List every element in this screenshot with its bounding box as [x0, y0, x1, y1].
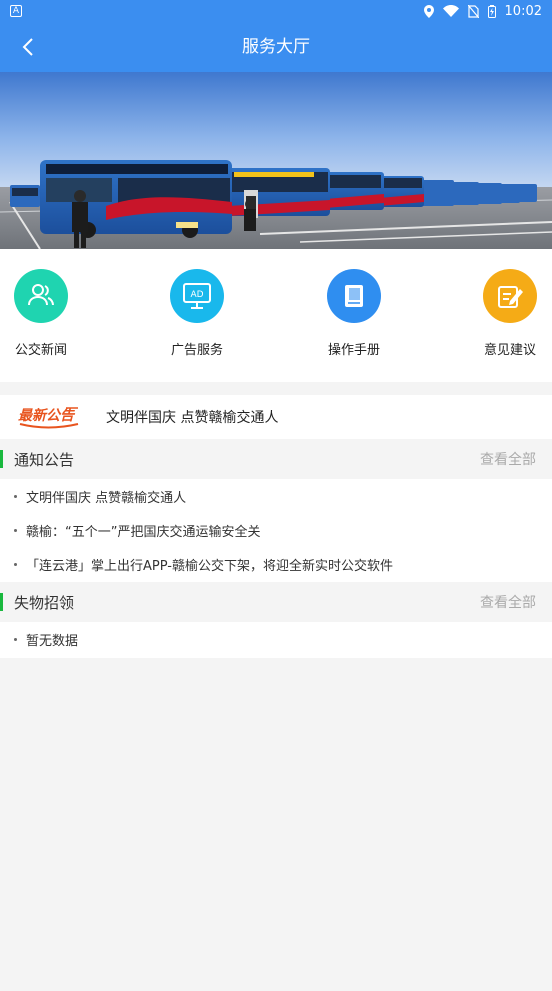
edit-note-icon	[483, 269, 537, 323]
notices-list: 文明伴国庆 点赞赣榆交通人 赣榆：“五个一”严把国庆交通运输安全关 「连云港」掌…	[0, 479, 552, 582]
menu-label: 广告服务	[170, 343, 223, 358]
latest-announcement[interactable]: 最新公告 文明伴国庆 点赞赣榆交通人	[0, 395, 552, 439]
notice-title: 「连云港」掌上出行APP-赣榆公交下架，将迎全新实时公交软件	[26, 558, 393, 574]
bullet-icon	[14, 637, 17, 641]
quick-menu: 公交新闻 AD 广告服务 操作手册 意见建议	[0, 249, 552, 382]
no-sim-icon	[467, 4, 479, 18]
menu-label: 意见建议	[483, 343, 536, 358]
menu-bus-news[interactable]: 公交新闻	[0, 269, 86, 358]
notification-icon: A	[10, 5, 22, 17]
banner-image[interactable]	[0, 72, 552, 249]
menu-feedback[interactable]: 意见建议	[465, 269, 552, 358]
wifi-icon	[442, 5, 459, 17]
notices-view-all[interactable]: 查看全部	[480, 449, 536, 469]
menu-ad-service[interactable]: AD 广告服务	[152, 269, 242, 358]
section-accent-bar	[0, 593, 3, 611]
list-item[interactable]: 「连云港」掌上出行APP-赣榆公交下架，将迎全新实时公交软件	[0, 547, 552, 581]
bus-fleet-photo	[0, 72, 552, 249]
status-bar: A 10:02	[0, 0, 552, 22]
menu-label: 公交新闻	[14, 343, 67, 358]
page-title: 服务大厅	[242, 37, 310, 57]
users-icon	[14, 269, 68, 323]
bullet-icon	[14, 494, 17, 498]
notices-title: 通知公告	[14, 450, 75, 469]
list-item[interactable]: 文明伴国庆 点赞赣榆交通人	[0, 479, 552, 513]
latest-title: 文明伴国庆 点赞赣榆交通人	[106, 410, 279, 426]
list-item[interactable]: 赣榆：“五个一”严把国庆交通运输安全关	[0, 513, 552, 547]
middle-bus	[228, 168, 330, 218]
notice-title: 赣榆：“五个一”严把国庆交通运输安全关	[26, 524, 261, 540]
location-icon	[423, 4, 434, 18]
lost-found-list: 暂无数据	[0, 622, 552, 658]
section-accent-bar	[0, 450, 3, 468]
menu-label: 操作手册	[327, 343, 380, 358]
lost-found-title: 失物招领	[14, 593, 75, 612]
bullet-icon	[14, 528, 17, 532]
latest-badge-text: 最新公告	[18, 408, 74, 424]
nav-bar: 服务大厅	[0, 22, 552, 72]
menu-manual[interactable]: 操作手册	[309, 269, 399, 358]
latest-badge: 最新公告	[16, 404, 80, 430]
lost-found-header: 失物招领 查看全部	[0, 582, 552, 622]
battery-icon	[487, 4, 496, 18]
book-icon	[327, 269, 381, 323]
ad-screen-icon: AD	[170, 269, 224, 323]
front-bus	[40, 160, 232, 238]
list-item: 暂无数据	[0, 622, 552, 656]
notices-header: 通知公告 查看全部	[0, 439, 552, 479]
svg-text:AD: AD	[190, 290, 203, 300]
lost-found-view-all[interactable]: 查看全部	[480, 592, 536, 612]
clock: 10:02	[504, 3, 542, 19]
notice-title: 文明伴国庆 点赞赣榆交通人	[26, 490, 187, 506]
status-icons: 10:02	[423, 3, 542, 19]
empty-message: 暂无数据	[26, 633, 79, 649]
bullet-icon	[14, 562, 17, 566]
